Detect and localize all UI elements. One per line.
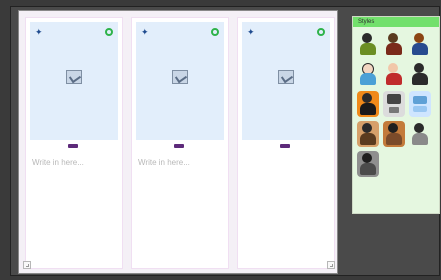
people-tile-icon[interactable]	[357, 91, 379, 117]
people-tile-icon[interactable]	[383, 61, 405, 87]
people-tile-icon[interactable]	[357, 121, 379, 147]
card-text-input[interactable]: Write in here...	[32, 156, 116, 170]
pin-icon[interactable]: ✦	[141, 28, 149, 37]
people-tile-icon[interactable]	[383, 121, 405, 147]
image-placeholder-icon	[172, 70, 188, 84]
story-card[interactable]: ✦ Write in here...	[131, 17, 229, 269]
pin-icon[interactable]: ✦	[35, 28, 43, 37]
screen-tile-icon[interactable]	[409, 91, 431, 117]
people-tile-icon[interactable]	[409, 31, 431, 57]
card-image-area[interactable]: ✦	[30, 22, 118, 140]
resize-handle[interactable]	[23, 261, 31, 269]
palette-title: Styles	[353, 17, 439, 27]
status-circle-icon[interactable]	[211, 28, 219, 36]
status-circle-icon[interactable]	[105, 28, 113, 36]
story-card[interactable]: ✦ Write in here...	[25, 17, 123, 269]
card-image-area[interactable]: ✦	[242, 22, 330, 140]
people-tile-icon[interactable]	[409, 61, 431, 87]
people-tile-icon[interactable]	[409, 121, 431, 147]
people-tile-icon[interactable]	[357, 31, 379, 57]
drag-handle[interactable]	[174, 144, 184, 148]
resize-handle[interactable]	[327, 261, 335, 269]
image-placeholder-icon	[66, 70, 82, 84]
pin-icon[interactable]: ✦	[247, 28, 255, 37]
card-text-input[interactable]	[244, 156, 328, 170]
status-circle-icon[interactable]	[317, 28, 325, 36]
drag-handle[interactable]	[280, 144, 290, 148]
drag-handle[interactable]	[68, 144, 78, 148]
story-card[interactable]: ✦	[237, 17, 335, 269]
people-tile-icon[interactable]	[383, 31, 405, 57]
card-image-area[interactable]: ✦	[136, 22, 224, 140]
storyboard: ✦ Write in here... ✦ Write in here... ✦	[18, 10, 338, 274]
people-tile-icon[interactable]	[357, 151, 379, 177]
card-text-input[interactable]: Write in here...	[138, 156, 222, 170]
palette-grid	[357, 31, 439, 177]
computer-tile-icon[interactable]	[383, 91, 405, 117]
image-placeholder-icon	[278, 70, 294, 84]
people-tile-icon[interactable]	[357, 61, 379, 87]
image-palette: Styles	[352, 16, 440, 214]
